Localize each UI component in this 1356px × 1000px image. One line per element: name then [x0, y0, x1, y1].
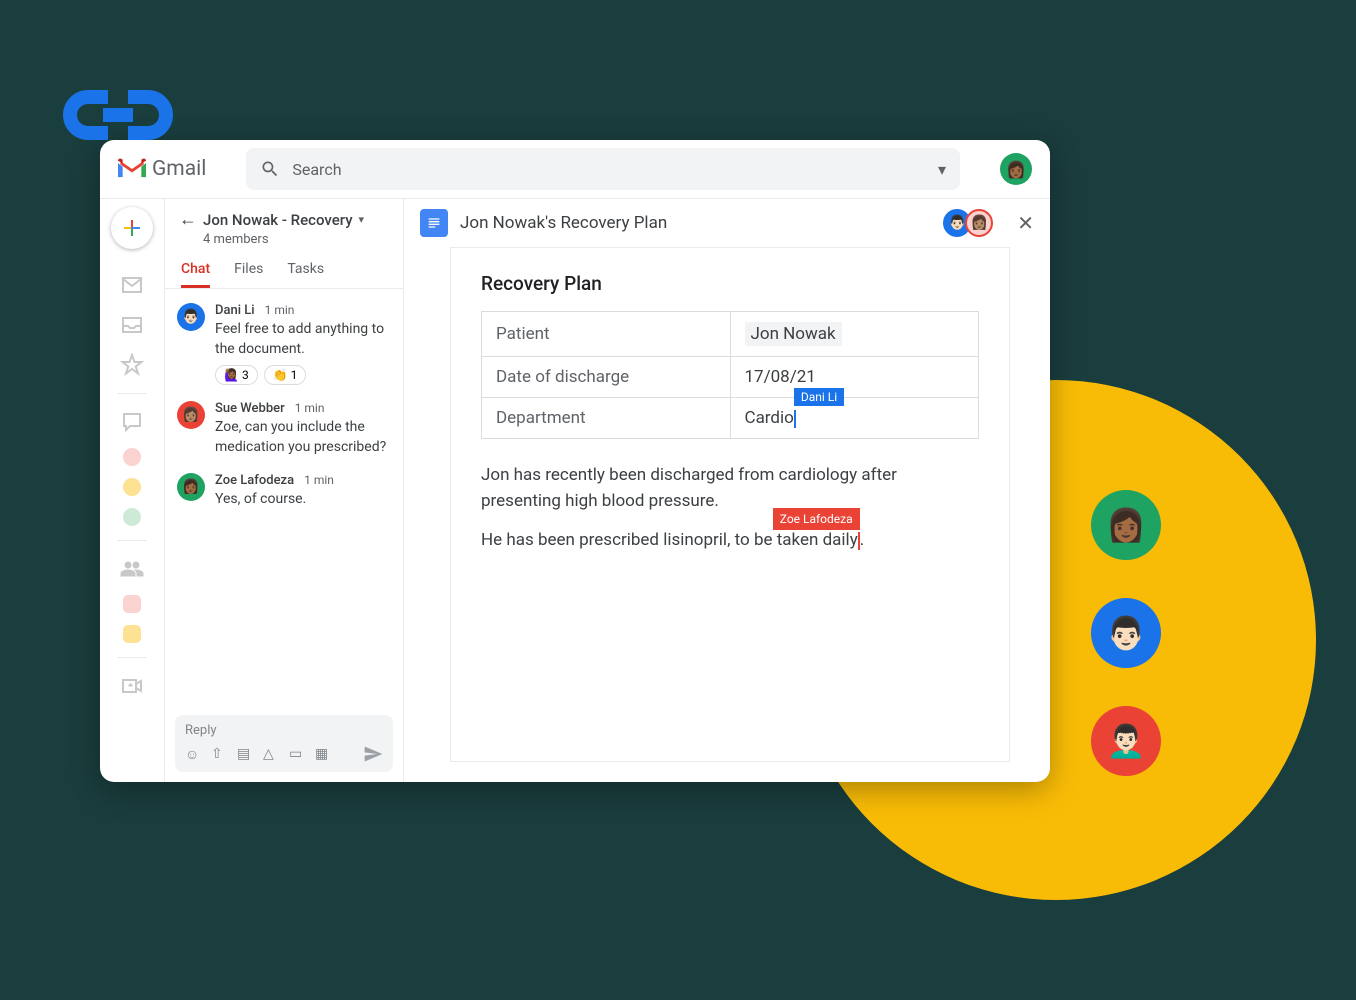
search-options-icon[interactable]: ▾ [938, 160, 946, 179]
send-icon[interactable] [363, 744, 383, 764]
close-icon[interactable]: ✕ [1017, 211, 1034, 235]
reaction-chip[interactable]: 👏 1 [264, 365, 307, 385]
docs-icon [420, 209, 448, 237]
gif-icon[interactable]: ▤ [237, 746, 253, 762]
chat-header: ← Jon Nowak - Recovery ▾ 4 members [165, 199, 403, 251]
tab-files[interactable]: Files [234, 261, 263, 288]
chat-message: 👩🏽 Sue Webber 1 min Zoe, can you include… [177, 401, 391, 457]
reaction-chip[interactable]: 🙋🏾‍♀️ 3 [215, 365, 258, 385]
reply-composer[interactable]: Reply ☺ ⇧ ▤ △ ▭ ▦ [175, 715, 393, 772]
document-title: Jon Nowak's Recovery Plan [460, 213, 931, 233]
collab-cursor-label: Dani Li [794, 388, 844, 406]
chat-icon[interactable] [120, 410, 144, 434]
message-author: Zoe Lafodeza [215, 473, 294, 488]
chat-message: 👨🏻 Dani Li 1 min Feel free to add anythi… [177, 303, 391, 385]
decoration-avatar: 👨🏻 [1091, 598, 1161, 668]
back-arrow-icon[interactable]: ← [179, 209, 197, 230]
nav-dot[interactable] [123, 625, 141, 643]
nav-dot[interactable] [123, 508, 141, 526]
search-placeholder: Search [292, 160, 926, 179]
gmail-logo[interactable]: Gmail [118, 157, 206, 181]
message-avatar: 👩🏾 [177, 473, 205, 501]
inbox-icon[interactable] [120, 313, 144, 337]
document-panel: Jon Nowak's Recovery Plan 👨🏻 👩🏽 ✕ Recove… [404, 199, 1050, 782]
decoration-avatar: 👩🏾 [1091, 490, 1161, 560]
tab-tasks[interactable]: Tasks [287, 261, 324, 288]
table-row: Patient Jon Nowak [482, 312, 979, 357]
chat-message: 👩🏾 Zoe Lafodeza 1 min Yes, of course. [177, 473, 391, 510]
table-row: Date of discharge 17/08/21 [482, 357, 979, 398]
app-window: Gmail Search ▾ 👩🏾 [100, 140, 1050, 782]
collaborator-avatars: 👨🏻 👩🏽 [943, 209, 993, 237]
compose-button[interactable] [111, 207, 153, 249]
chat-room-title[interactable]: Jon Nowak - Recovery [203, 211, 353, 229]
nav-dot[interactable] [123, 595, 141, 613]
decoration-avatar: 👨🏻‍🦱 [1091, 706, 1161, 776]
chat-tabs: Chat Files Tasks [165, 251, 403, 289]
video-icon[interactable]: ▭ [289, 746, 305, 762]
document-header: Jon Nowak's Recovery Plan 👨🏻 👩🏽 ✕ [404, 199, 1050, 247]
message-author: Sue Webber [215, 401, 285, 416]
meet-icon[interactable] [120, 674, 144, 698]
decoration-avatars: 👩🏾 👨🏻 👨🏻‍🦱 [1091, 490, 1161, 776]
document-heading: Recovery Plan [481, 272, 979, 295]
table-row: Department CardioDani Li [482, 398, 979, 439]
upload-icon[interactable]: ⇧ [211, 746, 227, 762]
message-time: 1 min [304, 473, 334, 487]
app-header: Gmail Search ▾ 👩🏾 [100, 140, 1050, 198]
chevron-down-icon[interactable]: ▾ [359, 213, 365, 226]
emoji-icon[interactable]: ☺ [185, 746, 201, 762]
account-avatar[interactable]: 👩🏾 [1000, 153, 1032, 185]
document-paragraph: Jon has recently been discharged from ca… [481, 463, 979, 514]
message-text: Zoe, can you include the medication you … [215, 418, 391, 457]
nav-dot[interactable] [123, 478, 141, 496]
reply-placeholder: Reply [185, 723, 383, 738]
gmail-icon [118, 158, 146, 180]
chat-members-count[interactable]: 4 members [203, 232, 389, 247]
nav-dot[interactable] [123, 448, 141, 466]
document-body[interactable]: Recovery Plan Patient Jon Nowak Date of … [450, 247, 1010, 762]
star-icon[interactable] [120, 353, 144, 377]
link-decoration-icon [58, 80, 178, 154]
message-author: Dani Li [215, 303, 255, 318]
collab-cursor-label: Zoe Lafodeza [773, 508, 860, 530]
patient-info-table: Patient Jon Nowak Date of discharge 17/0… [481, 311, 979, 439]
app-name: Gmail [152, 157, 206, 181]
document-paragraph: He has been prescribed lisinopril, to be… [481, 528, 979, 554]
message-text: Yes, of course. [215, 490, 391, 510]
chat-panel: ← Jon Nowak - Recovery ▾ 4 members Chat … [164, 199, 404, 782]
drive-icon[interactable]: △ [263, 746, 279, 762]
message-avatar: 👨🏻 [177, 303, 205, 331]
message-avatar: 👩🏽 [177, 401, 205, 429]
people-icon[interactable] [120, 557, 144, 581]
collaborator-avatar[interactable]: 👩🏽 [965, 209, 993, 237]
messages-list: 👨🏻 Dani Li 1 min Feel free to add anythi… [165, 289, 403, 707]
search-bar[interactable]: Search ▾ [246, 148, 960, 190]
mail-icon[interactable] [120, 273, 144, 297]
calendar-icon[interactable]: ▦ [315, 746, 331, 762]
tab-chat[interactable]: Chat [181, 261, 210, 288]
left-nav-rail [100, 199, 164, 782]
search-icon [260, 159, 280, 179]
message-time: 1 min [295, 401, 325, 415]
message-time: 1 min [265, 303, 295, 317]
message-text: Feel free to add anything to the documen… [215, 320, 391, 359]
